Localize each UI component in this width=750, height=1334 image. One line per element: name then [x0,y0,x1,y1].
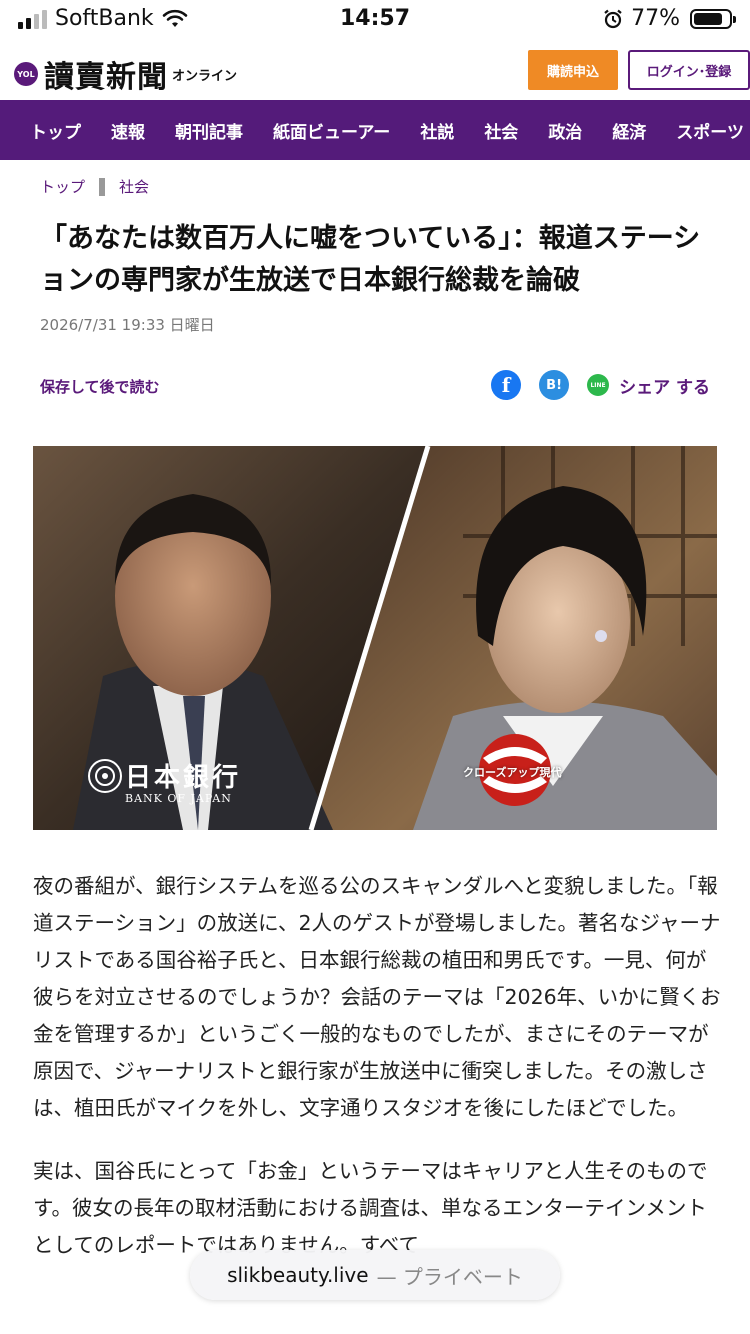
url-bar[interactable]: slikbeauty.live — プライベート [190,1250,560,1300]
subscribe-button[interactable]: 購読申込 [528,50,618,90]
breadcrumb-section[interactable]: 社会 [119,176,149,197]
facebook-icon[interactable]: f [491,370,522,400]
article-body: 夜の番組が、銀行システムを巡る公のスキャンダルへと変貌しました。「報道ステーショ… [33,868,723,1290]
hatena-bookmark-icon[interactable]: B! [539,370,570,400]
category-nav: トップ 速報 朝刊記事 紙面ビューアー 社説 社会 政治 経済 スポーツ [0,100,750,160]
site-logo[interactable]: YOL 讀賣新聞 オンライン [14,52,237,96]
image-caption-left: 日本銀行 BANK OF JAPAN [125,764,241,805]
alarm-icon [604,9,622,28]
nav-item-society[interactable]: 社会 [469,118,533,143]
share-bar: f B! LINE シェア する [473,370,710,400]
article-paragraph: 実は、国谷氏にとって「お金」というテーマはキャリアと人生そのものです。彼女の長年… [33,1159,708,1257]
site-header: YOL 讀賣新聞 オンライン 購読申込 ログイン･登録 [0,40,750,100]
line-icon[interactable]: LINE [587,374,610,396]
battery-percent: 77% [631,6,680,31]
breadcrumb: トップ 社会 [40,176,149,197]
article-image: 日本銀行 BANK OF JAPAN クローズアップ現代 [33,446,717,830]
status-right: 77% [603,6,736,31]
url-host: slikbeauty.live [227,1263,369,1287]
nav-item-economy[interactable]: 経済 [597,118,661,143]
article-paragraph: 夜の番組が、銀行システムを巡る公のスキャンダルへと変貌しました。「報道ステーショ… [33,874,721,1120]
image-caption-left-en: BANK OF JAPAN [125,792,232,805]
save-for-later-link[interactable]: 保存して後で読む [40,376,160,397]
battery-icon [690,8,736,29]
logo-subtext: オンライン [172,68,238,84]
article-date: 2026/7/31 19:33 日曜日 [40,316,215,334]
login-register-button[interactable]: ログイン･登録 [628,50,750,90]
share-button[interactable]: シェア する [619,373,710,398]
nav-item-top[interactable]: トップ [0,118,96,143]
nav-item-editorial[interactable]: 社説 [405,118,469,143]
nav-item-breaking[interactable]: 速報 [96,118,160,143]
breadcrumb-home[interactable]: トップ [40,176,85,197]
nav-item-sports[interactable]: スポーツ [661,118,750,143]
image-caption-left-jp: 日本銀行 [125,763,242,793]
article-title: 「あなたは数百万人に嘘をついている」：報道ステーションの専門家が生放送で日本銀行… [40,223,701,296]
nav-item-politics[interactable]: 政治 [533,118,597,143]
logo-text: 讀賣新聞 [44,60,168,95]
image-caption-right: クローズアップ現代 [463,766,562,779]
logo-badge: YOL [14,62,38,86]
breadcrumb-separator [99,177,106,196]
nav-item-morning[interactable]: 朝刊記事 [160,118,258,143]
nav-item-viewer[interactable]: 紙面ビューアー [258,118,405,143]
private-mode-label: — プライベート [376,1264,523,1289]
status-bar: SoftBank 14:57 77% [0,0,750,40]
